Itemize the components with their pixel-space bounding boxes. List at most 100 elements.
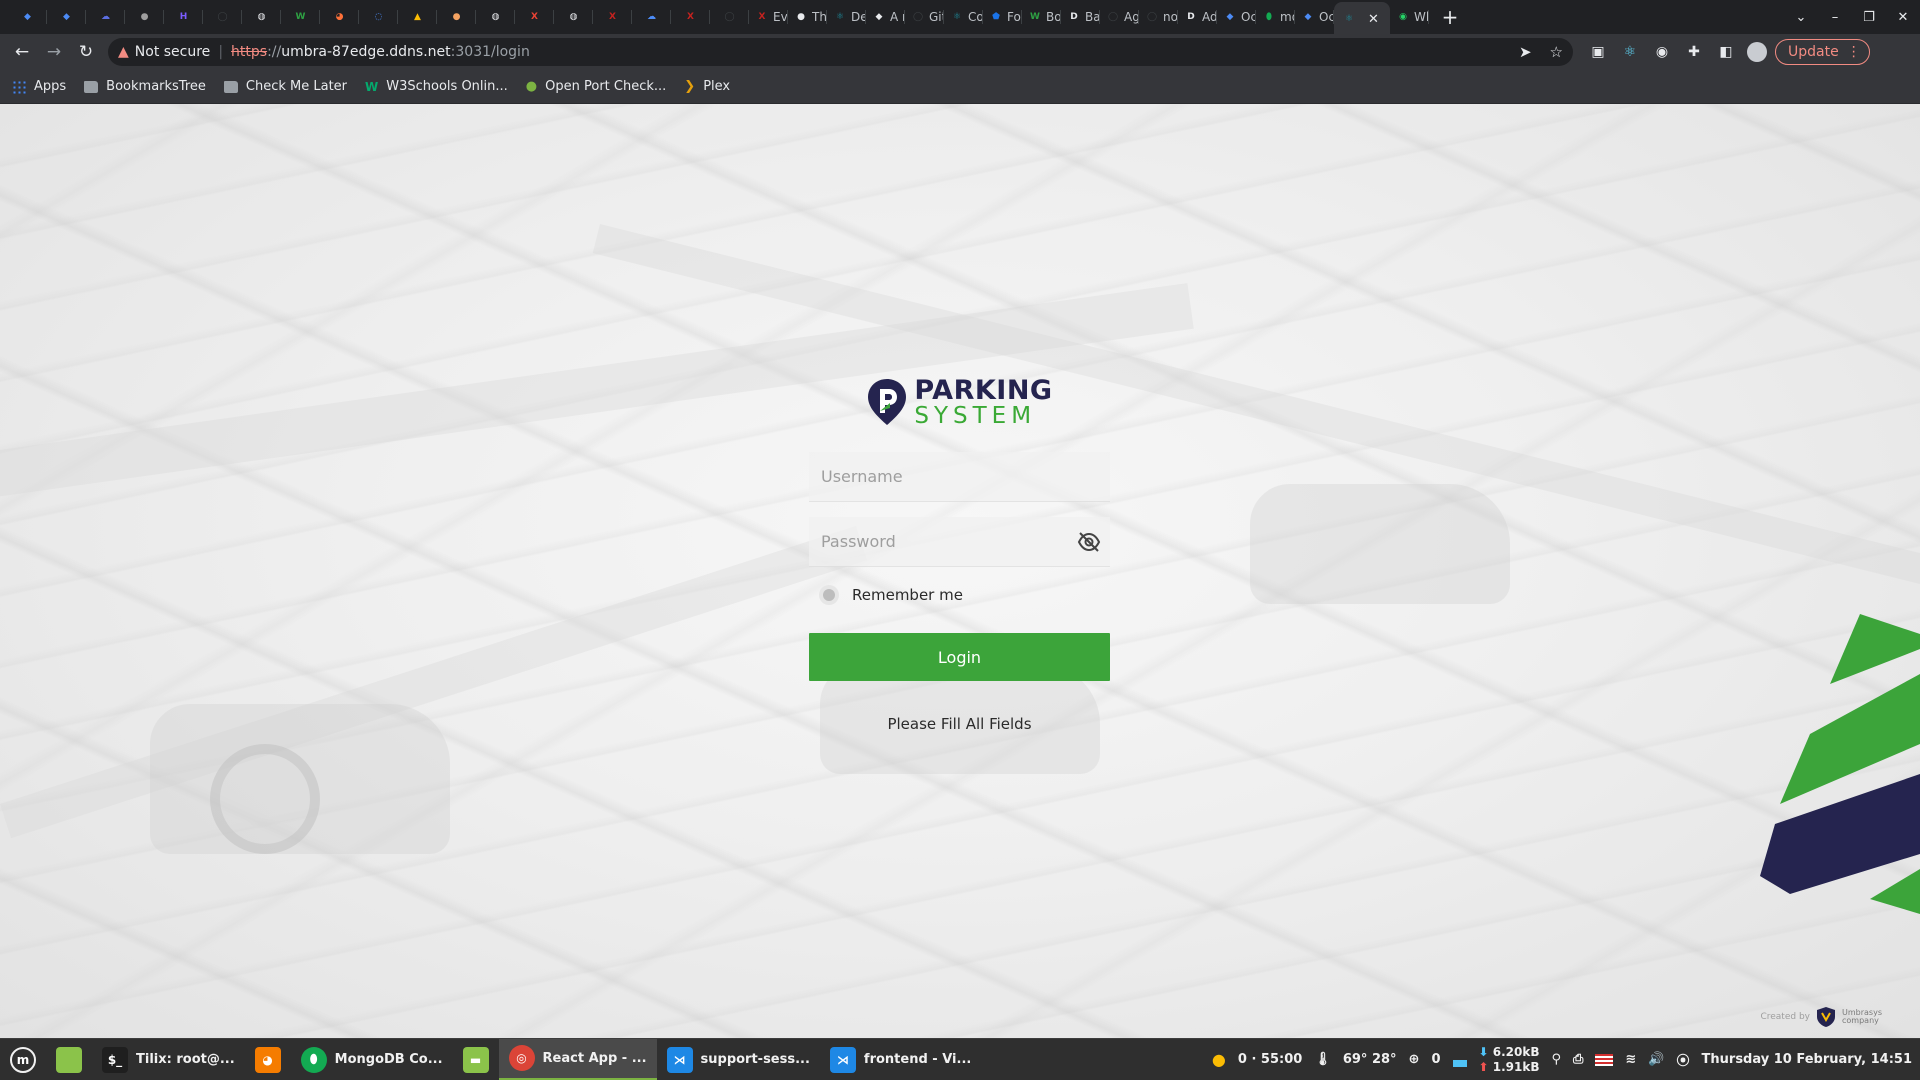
username-field[interactable]: [809, 452, 1110, 502]
taskbar-app[interactable]: ▬: [453, 1039, 499, 1080]
close-tab-icon[interactable]: ✕: [1368, 12, 1379, 27]
browser-tab[interactable]: ●: [437, 2, 476, 32]
browser-tab[interactable]: ◍: [242, 2, 281, 32]
taskbar-app[interactable]: ⋊ support-sess...: [657, 1039, 820, 1080]
reload-button[interactable]: ↻: [70, 36, 102, 68]
browser-tab[interactable]: H: [164, 2, 203, 32]
volume-icon[interactable]: 🔊: [1648, 1052, 1664, 1067]
browser-tab[interactable]: ☁: [632, 2, 671, 32]
browser-tab[interactable]: X: [593, 2, 632, 32]
browser-tab[interactable]: ◯ Git: [905, 2, 944, 32]
new-tab-button[interactable]: +: [1435, 2, 1465, 32]
printer-icon[interactable]: ⎙: [1573, 1052, 1583, 1067]
us-flag-icon[interactable]: [1595, 1053, 1614, 1066]
react-icon: ⚛: [952, 12, 962, 22]
minimize-icon[interactable]: –: [1818, 10, 1852, 25]
net-up: 1.91kB: [1492, 1059, 1540, 1074]
profile-avatar[interactable]: [1747, 42, 1767, 62]
browser-tab[interactable]: X: [671, 2, 710, 32]
browser-tab[interactable]: ◯ Ag: [1100, 2, 1139, 32]
side-panel-icon[interactable]: ◧: [1715, 41, 1737, 63]
w-icon: W: [1030, 12, 1040, 22]
browser-tab[interactable]: ◍: [476, 2, 515, 32]
browser-tab[interactable]: X Ev: [749, 2, 788, 32]
taskbar-app[interactable]: ◕: [245, 1039, 291, 1080]
bookmark-item[interactable]: Check Me Later: [223, 79, 347, 94]
remember-me-label[interactable]: Remember me: [852, 586, 963, 604]
browser-tab[interactable]: ⬟ Fo: [983, 2, 1022, 32]
tray-temperature[interactable]: 69° 28°: [1343, 1052, 1397, 1067]
browser-tab[interactable]: ◯: [710, 2, 749, 32]
tray-timer[interactable]: 0 · 55:00: [1238, 1052, 1302, 1067]
browser-tab[interactable]: ◕: [320, 2, 359, 32]
browser-tab[interactable]: W Bo: [1022, 2, 1061, 32]
browser-tab[interactable]: ◆: [8, 2, 47, 32]
browser-tab[interactable]: D Ba: [1061, 2, 1100, 32]
update-button[interactable]: Update ⋮: [1775, 39, 1870, 65]
location-icon[interactable]: ⚲: [1551, 1052, 1561, 1067]
taskbar-app[interactable]: ◎ React App - ...: [498, 1038, 657, 1080]
password-field[interactable]: [809, 517, 1110, 567]
bookmarks-bar: Apps BookmarksTree Check Me Later W W3School…: [0, 70, 1920, 104]
start-menu-button[interactable]: m: [0, 1039, 46, 1080]
browser-tab[interactable]: ●: [125, 2, 164, 32]
taskbar-app[interactable]: $_ Tilix: root@...: [92, 1039, 245, 1080]
validation-message: Please Fill All Fields: [887, 715, 1032, 733]
browser-tab[interactable]: ⚛ Co: [944, 2, 983, 32]
notification-icon[interactable]: ⦿: [1677, 1050, 1690, 1069]
close-window-icon[interactable]: ✕: [1886, 10, 1920, 25]
cpu-bars-icon[interactable]: [1452, 1052, 1467, 1067]
browser-tab[interactable]: ◯ no: [1139, 2, 1178, 32]
username-input[interactable]: [821, 467, 1061, 486]
extension-camera-icon[interactable]: ◉: [1651, 41, 1673, 63]
browser-tab[interactable]: ☁: [86, 2, 125, 32]
browser-tab[interactable]: ◆ A r: [866, 2, 905, 32]
browser-tab[interactable]: ● Th: [788, 2, 827, 32]
address-bar[interactable]: ▲ Not secure | https://umbra-87edge.ddns…: [108, 38, 1573, 66]
browser-tab[interactable]: ◉ Wl: [1390, 2, 1429, 32]
browser-tab[interactable]: ⚛ De: [827, 2, 866, 32]
bookmark-item[interactable]: W W3Schools Onlin...: [365, 79, 508, 94]
show-desktop-button[interactable]: [46, 1039, 92, 1080]
back-button[interactable]: ←: [6, 36, 38, 68]
send-icon[interactable]: ➤: [1519, 43, 1532, 61]
login-button[interactable]: Login: [809, 633, 1110, 681]
browser-tab[interactable]: ⬮ mo: [1256, 2, 1295, 32]
puzzle-icon[interactable]: ✚: [1683, 41, 1705, 63]
browser-tab[interactable]: X: [515, 2, 554, 32]
eye-off-icon[interactable]: [1077, 531, 1101, 553]
bookmark-star-icon[interactable]: ☆: [1550, 43, 1563, 61]
browser-tab[interactable]: ▲: [398, 2, 437, 32]
extension-square-icon[interactable]: ▣: [1587, 41, 1609, 63]
remember-me-radio[interactable]: [819, 585, 839, 605]
tab-active[interactable]: ⚛ ✕: [1334, 2, 1390, 36]
bookmark-item[interactable]: Apps: [12, 79, 66, 94]
bookmark-item[interactable]: ● Open Port Check...: [526, 79, 667, 94]
browser-tab[interactable]: ◆ Oc: [1217, 2, 1256, 32]
taskbar-app[interactable]: ⋊ frontend - Vi...: [820, 1039, 981, 1080]
weather-sun-icon[interactable]: ●: [1212, 1050, 1226, 1069]
security-label[interactable]: Not secure: [135, 44, 211, 60]
network-speed[interactable]: ⬇ 6.20kB ⬆ 1.91kB: [1479, 1045, 1540, 1075]
clock[interactable]: Thursday 10 February, 14:51: [1702, 1052, 1912, 1067]
taskbar-app[interactable]: ⬮ MongoDB Co...: [291, 1039, 453, 1080]
diamond-icon: ◆: [1304, 12, 1312, 22]
browser-tab[interactable]: W: [281, 2, 320, 32]
github-icon: ◯: [912, 12, 924, 22]
browser-tab[interactable]: D Ad: [1178, 2, 1217, 32]
wifi-icon[interactable]: ≋: [1625, 1052, 1636, 1067]
tab-search-icon[interactable]: ⌄: [1784, 10, 1818, 25]
browser-tab[interactable]: ◍: [554, 2, 593, 32]
remember-me-row[interactable]: Remember me: [809, 577, 1110, 613]
browser-tab[interactable]: ◯: [203, 2, 242, 32]
forward-button[interactable]: →: [38, 36, 70, 68]
bookmark-item[interactable]: BookmarksTree: [84, 79, 206, 94]
browser-tab[interactable]: ◌: [359, 2, 398, 32]
password-input[interactable]: [821, 532, 1061, 551]
bookmark-item[interactable]: ❯ Plex: [684, 79, 730, 94]
extension-react-icon[interactable]: ⚛: [1619, 41, 1641, 63]
tray-count[interactable]: 0: [1431, 1052, 1440, 1067]
browser-tab[interactable]: ◆ Oc: [1295, 2, 1334, 32]
browser-tab[interactable]: ◆: [47, 2, 86, 32]
restore-icon[interactable]: ❐: [1852, 10, 1886, 25]
